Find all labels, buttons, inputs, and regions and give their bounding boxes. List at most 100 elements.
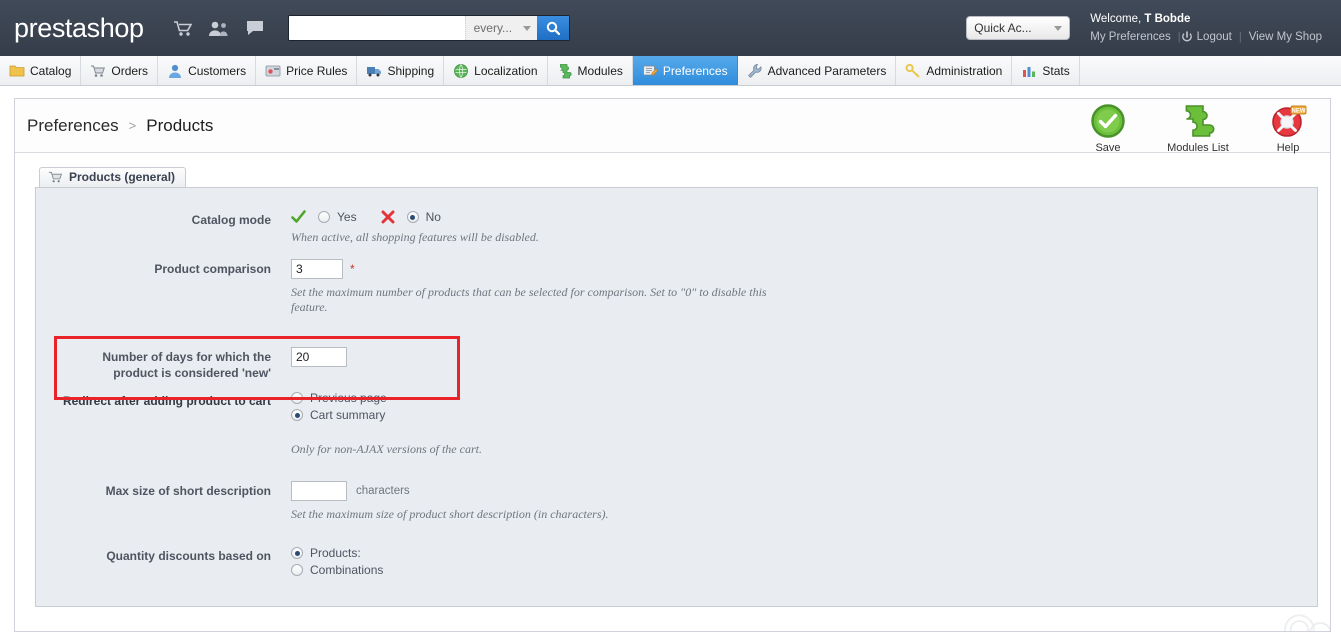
field-hint: Set the maximum number of products that …	[291, 285, 767, 314]
search-scope-select[interactable]: every...	[464, 16, 537, 40]
modules-list-label: Modules List	[1167, 142, 1229, 154]
nav-tab-preferences[interactable]: Preferences	[632, 56, 738, 85]
units-label: characters	[356, 485, 410, 497]
global-search[interactable]: every...	[287, 15, 570, 41]
field-hint: Only for non-AJAX versions of the cart.	[291, 442, 482, 456]
breadcrumb-parent[interactable]: Preferences	[27, 116, 119, 136]
prefs-icon	[642, 65, 658, 75]
radio[interactable]	[291, 392, 303, 404]
nav-tab-catalog[interactable]: Catalog	[0, 56, 82, 85]
save-button[interactable]: Save	[1076, 101, 1140, 154]
radio[interactable]	[291, 547, 303, 559]
user-icon	[169, 64, 182, 78]
nav-tab-orders[interactable]: Orders	[81, 56, 159, 85]
field-label: Max size of short description	[105, 484, 271, 498]
field-label-line2: product is considered 'new'	[113, 366, 271, 380]
nav-tab-label: Localization	[474, 63, 538, 78]
nav-tab-modules[interactable]: Modules	[548, 56, 633, 85]
cart-icon[interactable]	[172, 18, 194, 38]
puzzle-icon	[1185, 105, 1215, 137]
help-button[interactable]: NEW Help	[1256, 101, 1320, 154]
field-label: Quantity discounts based on	[106, 549, 271, 563]
nav-tab-label: Shipping	[387, 63, 435, 78]
field-redirect-after-add: Redirect after adding product to cart Pr…	[36, 387, 1317, 457]
messages-icon[interactable]	[244, 18, 266, 38]
quantity-discount-option-products[interactable]: Products:	[291, 546, 1317, 560]
field-new-days: Number of days for which the product is …	[36, 333, 1317, 381]
globe-icon	[454, 63, 469, 78]
field-label: Number of days for which the product is …	[36, 347, 291, 381]
tag-icon	[265, 65, 281, 76]
field-control: * Set the maximum number of products tha…	[291, 259, 1317, 315]
products-general-panel: Catalog mode Yes No When active, all sho…	[35, 187, 1318, 607]
logout-link[interactable]: Logout	[1197, 29, 1239, 46]
field-label: Catalog mode	[191, 213, 271, 227]
user-block: Welcome, T Bobde My Preferences | Logout…	[1090, 11, 1335, 46]
search-scope-label: every...	[473, 21, 513, 35]
catalog-mode-yes-label: Yes	[337, 210, 357, 224]
search-input[interactable]	[288, 16, 465, 40]
radio[interactable]	[291, 564, 303, 576]
nav-tab-localization[interactable]: Localization	[444, 56, 548, 85]
option-label: Combinations	[310, 563, 384, 577]
check-circle-icon	[1091, 104, 1125, 138]
catalog-mode-no-radio[interactable]	[406, 211, 419, 223]
puzzle-icon	[559, 63, 572, 78]
nav-tab-administration[interactable]: Administration	[896, 56, 1013, 85]
nav-tab-label: Stats	[1042, 63, 1070, 78]
welcome-text: Welcome,	[1090, 12, 1145, 25]
customers-icon[interactable]	[208, 18, 230, 38]
panel-tab-products-general[interactable]: Products (general)	[39, 167, 187, 187]
quick-access-dropdown[interactable]: Quick Ac...	[966, 16, 1071, 40]
save-label: Save	[1095, 142, 1121, 154]
cart-icon	[91, 65, 106, 77]
folder-icon	[9, 65, 25, 76]
field-quantity-discounts: Quantity discounts based on Products: Co…	[36, 536, 1317, 580]
brand-logo[interactable]: prestashop	[14, 13, 144, 44]
page-title: Products	[146, 115, 214, 135]
nav-tab-label: Modules	[577, 63, 623, 78]
nav-tab-label: Advanced Parameters	[767, 63, 887, 78]
option-label: Previous page	[310, 391, 387, 405]
product-comparison-input-row: *	[291, 259, 1317, 279]
nav-tab-customers[interactable]: Customers	[158, 56, 257, 85]
nav-tab-advanced-parameters[interactable]: Advanced Parameters	[738, 56, 897, 85]
nav-tab-label: Catalog	[30, 63, 72, 78]
radio[interactable]	[291, 409, 303, 421]
short-description-input-row: characters	[291, 481, 1317, 501]
field-hint: When active, all shopping features will …	[291, 230, 539, 244]
catalog-mode-options: Yes No	[291, 210, 1317, 224]
nav-tab-price-rules[interactable]: Price Rules	[256, 56, 358, 85]
breadcrumb-separator-icon: >	[128, 118, 137, 133]
nav-tab-label: Price Rules	[286, 63, 348, 78]
search-button[interactable]	[536, 16, 569, 40]
user-name: T Bobde	[1144, 12, 1191, 25]
chevron-down-icon	[522, 25, 531, 31]
help-badge-text: NEW	[1292, 108, 1306, 114]
catalog-mode-no-label: No	[425, 210, 441, 224]
breadcrumb-bar: Preferences > Products Save Modules List…	[15, 99, 1330, 154]
lifebuoy-icon: NEW	[1272, 105, 1307, 137]
product-comparison-input[interactable]	[291, 259, 343, 279]
logout-group[interactable]: Logout	[1181, 29, 1239, 46]
view-my-shop-link[interactable]: View My Shop	[1242, 29, 1329, 46]
nav-tab-shipping[interactable]: Shipping	[357, 56, 445, 85]
new-days-input[interactable]	[291, 347, 347, 367]
catalog-mode-yes-radio[interactable]	[318, 211, 330, 223]
option-label: Products:	[310, 546, 361, 560]
short-description-input[interactable]	[291, 481, 347, 501]
nav-tab-stats[interactable]: Stats	[1012, 56, 1080, 85]
welcome-line: Welcome, T Bobde	[1090, 11, 1329, 28]
power-icon	[1181, 31, 1192, 42]
quantity-discount-option-combinations[interactable]: Combinations	[291, 563, 1317, 577]
modules-list-button[interactable]: Modules List	[1166, 101, 1230, 154]
my-preferences-link[interactable]: My Preferences	[1090, 29, 1178, 46]
chevron-down-icon	[1054, 25, 1063, 31]
redirect-option-cart-summary[interactable]: Cart summary	[291, 408, 1317, 422]
field-control: Products: Combinations	[291, 546, 1317, 580]
page-body: Preferences > Products Save Modules List…	[0, 86, 1341, 632]
field-short-description: Max size of short description characters…	[36, 467, 1317, 522]
top-right-area: Quick Ac... Welcome, T Bobde My Preferen…	[966, 0, 1341, 56]
search-icon	[546, 21, 560, 35]
redirect-option-previous-page[interactable]: Previous page	[291, 391, 1317, 405]
